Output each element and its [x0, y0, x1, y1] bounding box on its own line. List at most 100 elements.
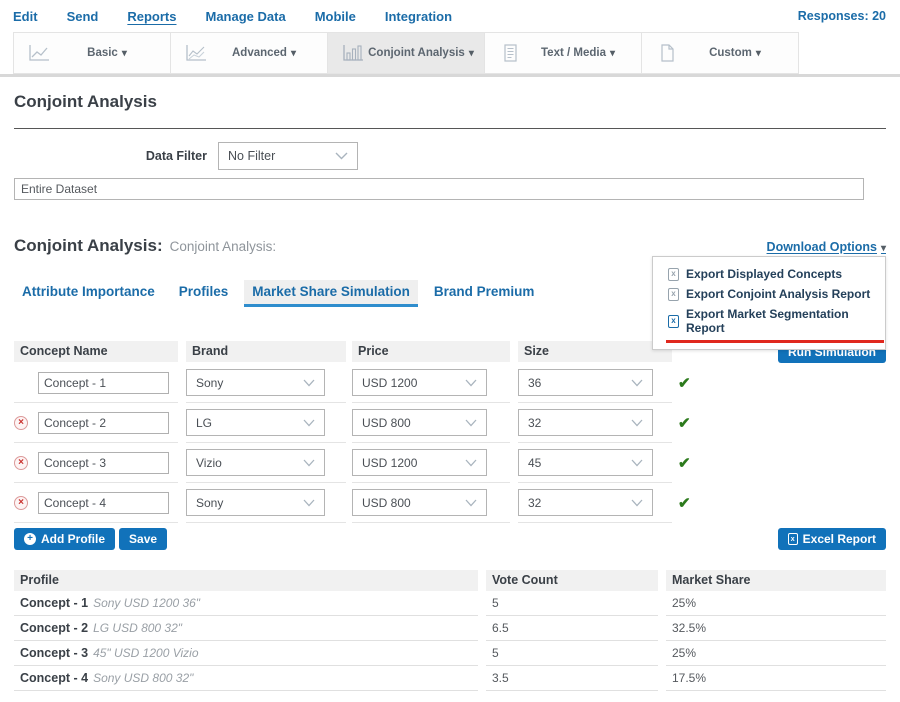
excel-file-icon [668, 315, 679, 328]
toolbar-text-media-label: Text / Media [521, 47, 641, 59]
profile-name: Concept - 4 [20, 671, 88, 685]
market-share-value: 32.5% [672, 621, 706, 635]
toolbar-advanced[interactable]: Advanced [170, 32, 328, 74]
column-header-price: Price [352, 341, 510, 362]
section-header: Conjoint Analysis: Conjoint Analysis: Do… [14, 236, 886, 256]
brand-select-4[interactable]: Sony [186, 489, 325, 516]
chevron-down-icon [303, 459, 315, 467]
menu-item-export-conjoint-analysis-report[interactable]: Export Conjoint Analysis Report [653, 284, 885, 304]
tab-market-share-simulation[interactable]: Market Share Simulation [244, 280, 418, 307]
profile-description: LG USD 800 32" [93, 621, 182, 635]
nav-item-manage-data[interactable]: Manage Data [205, 9, 285, 24]
chevron-down-icon [303, 419, 315, 427]
price-select-2[interactable]: USD 800 [352, 409, 487, 436]
concept-name-input-3[interactable] [38, 452, 169, 474]
price-select-1[interactable]: USD 1200 [352, 369, 487, 396]
tab-brand-premium[interactable]: Brand Premium [426, 280, 543, 307]
concept-name-cell [14, 363, 178, 403]
size-select-2[interactable]: 32 [518, 409, 653, 436]
delete-concept-icon-4[interactable] [14, 496, 28, 510]
nav-item-mobile[interactable]: Mobile [315, 9, 356, 24]
excel-file-icon [668, 268, 679, 281]
market-share-value: 17.5% [672, 671, 706, 685]
nav-item-reports[interactable]: Reports [127, 9, 176, 24]
data-filter-value: No Filter [228, 149, 275, 163]
concept-name-cell [14, 443, 178, 483]
valid-check-icon [678, 414, 691, 433]
page-content: Conjoint Analysis Data Filter No Filter … [0, 92, 900, 691]
profile-name: Concept - 3 [20, 646, 88, 660]
size-select-4[interactable]: 32 [518, 489, 653, 516]
column-header-vote-count: Vote Count [486, 570, 658, 591]
result-row-4: Concept - 4 Sony USD 800 32" 3.5 17.5% [14, 666, 886, 691]
concept-row-3: Vizio USD 1200 45 [14, 443, 886, 483]
valid-check-icon [678, 454, 691, 473]
valid-check-icon [678, 494, 691, 513]
vote-count-value: 6.5 [492, 621, 509, 635]
add-profile-button[interactable]: Add Profile [14, 528, 115, 550]
concept-name-cell [14, 483, 178, 523]
nav-item-edit[interactable]: Edit [13, 9, 38, 24]
profile-description: Sony USD 800 32" [93, 671, 193, 685]
toolbar-conjoint-analysis[interactable]: Conjoint Analysis [327, 32, 485, 74]
concept-name-input-2[interactable] [38, 412, 169, 434]
chevron-down-icon [465, 499, 477, 507]
data-filter-select[interactable]: No Filter [218, 142, 358, 170]
simulator-actions: Add Profile Save Excel Report [14, 528, 886, 550]
chevron-down-icon [303, 499, 315, 507]
nav-item-integration[interactable]: Integration [385, 9, 452, 24]
tab-profiles[interactable]: Profiles [171, 280, 237, 307]
toolbar-text-media[interactable]: Text / Media [484, 32, 642, 74]
size-select-1[interactable]: 36 [518, 369, 653, 396]
nav-item-send[interactable]: Send [67, 9, 99, 24]
section-title: Conjoint Analysis: [14, 236, 163, 256]
tab-attribute-importance[interactable]: Attribute Importance [14, 280, 163, 307]
brand-select-2[interactable]: LG [186, 409, 325, 436]
chevron-down-icon [335, 152, 348, 160]
concept-row-4: Sony USD 800 32 [14, 483, 886, 523]
profile-name: Concept - 1 [20, 596, 88, 610]
brand-select-1[interactable]: Sony [186, 369, 325, 396]
toolbar-custom[interactable]: Custom [641, 32, 799, 74]
results-header-row: Profile Vote Count Market Share [14, 570, 886, 591]
excel-report-button[interactable]: Excel Report [778, 528, 886, 550]
chevron-down-icon [631, 499, 643, 507]
download-options-link[interactable]: Download Options [767, 240, 886, 254]
profile-name: Concept - 2 [20, 621, 88, 635]
delete-concept-icon-2[interactable] [14, 416, 28, 430]
price-select-4[interactable]: USD 800 [352, 489, 487, 516]
market-share-value: 25% [672, 596, 696, 610]
brand-select-3[interactable]: Vizio [186, 449, 325, 476]
price-select-3[interactable]: USD 1200 [352, 449, 487, 476]
chevron-down-icon [631, 419, 643, 427]
menu-item-export-displayed-concepts[interactable]: Export Displayed Concepts [653, 264, 885, 284]
data-filter-label: Data Filter [14, 149, 218, 163]
excel-file-icon [788, 533, 798, 545]
concept-name-cell [14, 403, 178, 443]
chevron-down-icon [631, 459, 643, 467]
dataset-input[interactable] [14, 178, 864, 200]
concept-name-input-4[interactable] [38, 492, 169, 514]
multi-line-chart-icon [185, 44, 207, 62]
result-row-2: Concept - 2 LG USD 800 32" 6.5 32.5% [14, 616, 886, 641]
download-options-menu: Export Displayed Concepts Export Conjoin… [652, 256, 886, 350]
conjoint-analysis-page: Edit Send Reports Manage Data Mobile Int… [0, 0, 900, 702]
bar-chart-icon [342, 44, 364, 62]
save-button[interactable]: Save [119, 528, 167, 550]
column-header-size: Size [518, 341, 672, 362]
valid-check-icon [678, 374, 691, 393]
profile-description: Sony USD 1200 36" [93, 596, 200, 610]
size-select-3[interactable]: 45 [518, 449, 653, 476]
profile-description: 45" USD 1200 Vizio [93, 646, 198, 660]
data-filter-row: Data Filter No Filter [14, 142, 886, 170]
menu-item-export-market-segmentation-report[interactable]: Export Market Segmentation Report [653, 304, 885, 338]
concept-name-input-1[interactable] [38, 372, 169, 394]
result-row-3: Concept - 345" USD 1200 Vizio 5 25% [14, 641, 886, 666]
concept-row-1: Sony USD 1200 36 [14, 363, 886, 403]
toolbar-basic[interactable]: Basic [13, 32, 171, 74]
toolbar-basic-label: Basic [50, 47, 170, 59]
vote-count-value: 3.5 [492, 671, 509, 685]
delete-concept-icon-3[interactable] [14, 456, 28, 470]
toolbar-advanced-label: Advanced [207, 47, 327, 59]
report-toolbar: Basic Advanced Conjoint Analysis Text / … [0, 32, 900, 77]
